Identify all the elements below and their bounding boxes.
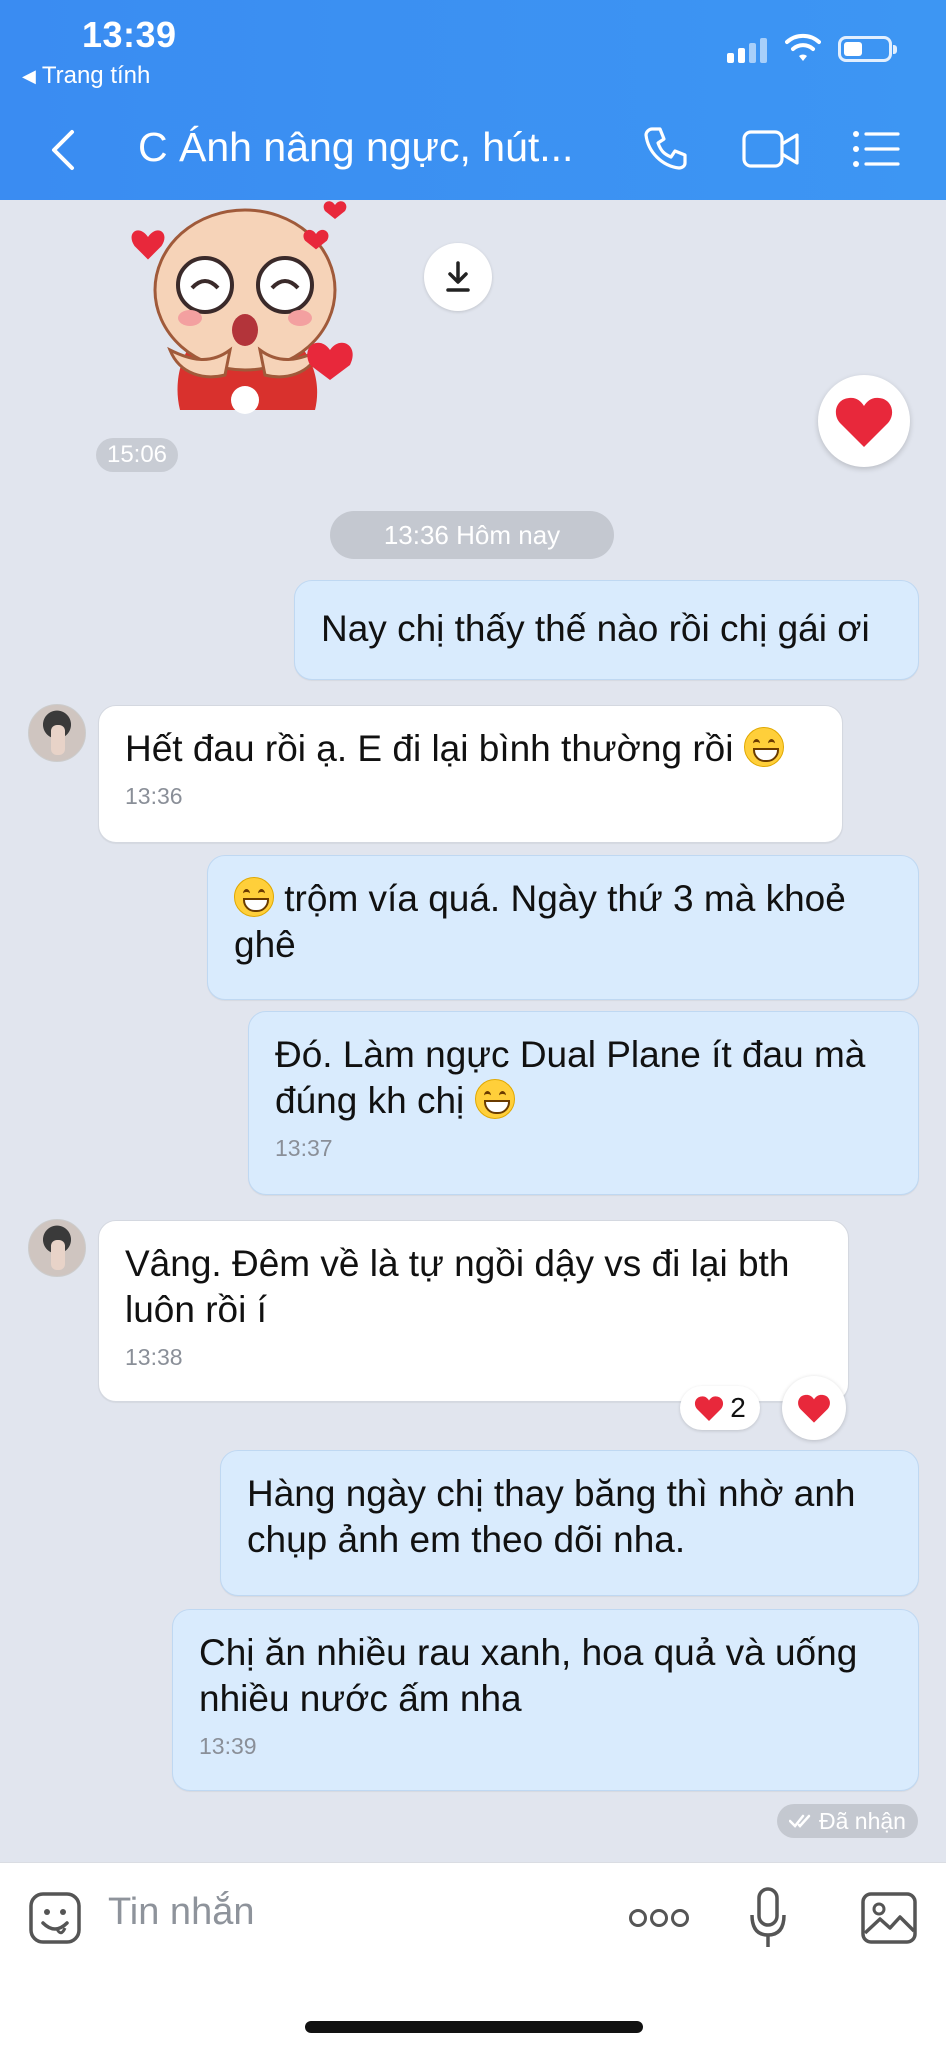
message-text-line: chụp ảnh em theo dõi nha. — [247, 1519, 686, 1560]
message-text-line: Đó. Làm ngực Dual Plane ít đau mà — [275, 1034, 866, 1075]
message-composer: Tin nhắn — [0, 1862, 946, 2049]
message-time: 13:39 — [199, 1733, 257, 1759]
date-separator: 13:36 Hôm nay — [330, 511, 614, 559]
message-bubble-out[interactable]: trộm vía quá. Ngày thứ 3 mà khoẻ ghê — [207, 855, 919, 1000]
reaction-summary[interactable]: 2 — [680, 1386, 760, 1430]
video-icon[interactable] — [742, 128, 800, 170]
wifi-icon — [785, 33, 821, 61]
react-button[interactable] — [782, 1376, 846, 1440]
home-indicator[interactable] — [305, 2021, 643, 2033]
message-text-line: Hàng ngày chị thay băng thì nhờ anh — [247, 1473, 856, 1514]
message-time: 13:38 — [125, 1344, 183, 1370]
back-to-app-link[interactable]: ◀ Trang tính — [22, 62, 150, 90]
status-time: 13:39 — [82, 14, 177, 55]
back-triangle-icon: ◀ — [22, 65, 36, 86]
sticker-reaction-button[interactable] — [818, 375, 910, 467]
heart-icon — [798, 1394, 830, 1423]
double-check-icon — [789, 1814, 811, 1828]
grinning-emoji-icon — [743, 727, 784, 767]
message-text-line: trộm vía quá. Ngày thứ 3 mà khoẻ — [284, 878, 846, 919]
message-text-line: ghê — [234, 924, 296, 965]
laughing-emoji-icon — [234, 877, 274, 917]
message-time: 13:37 — [275, 1135, 333, 1161]
chat-header: 13:39 ◀ Trang tính C Ánh nâng ngực, hút.… — [0, 0, 946, 200]
message-text-line: Chị ăn nhiều rau xanh, hoa quả và uống — [199, 1632, 858, 1673]
sticker-time: 15:06 — [96, 438, 178, 472]
message-time: 13:36 — [125, 783, 183, 809]
message-text-line: nhiều nước ấm nha — [199, 1678, 522, 1719]
laughing-emoji-icon — [474, 1079, 515, 1119]
battery-icon — [838, 36, 897, 62]
chat-title[interactable]: C Ánh nâng ngực, hút... — [138, 124, 573, 171]
message-text-line: luôn rồi í — [125, 1289, 267, 1330]
back-chevron-icon[interactable] — [48, 128, 78, 172]
mic-icon[interactable] — [748, 1887, 788, 1949]
heart-icon — [835, 397, 893, 447]
message-bubble-out[interactable]: Chị ăn nhiều rau xanh, hoa quả và uống n… — [172, 1609, 919, 1791]
message-text-line: Vâng. Đêm về là tự ngồi dậy vs đi lại bt… — [125, 1243, 790, 1284]
baby-sticker[interactable] — [130, 200, 370, 430]
contact-avatar[interactable] — [28, 1219, 86, 1277]
contact-avatar[interactable] — [28, 704, 86, 762]
more-icon[interactable] — [628, 1907, 690, 1929]
phone-icon[interactable] — [642, 124, 690, 172]
delivery-status-badge: Đã nhận — [777, 1804, 918, 1838]
image-icon[interactable] — [860, 1891, 918, 1945]
message-bubble-in[interactable]: Vâng. Đêm về là tự ngồi dậy vs đi lại bt… — [98, 1220, 849, 1402]
message-bubble-out[interactable]: Nay chị thấy thế nào rồi chị gái ơi — [294, 580, 919, 680]
menu-icon[interactable] — [852, 130, 900, 168]
back-app-label: Trang tính — [41, 62, 151, 89]
download-button[interactable] — [424, 243, 492, 311]
message-input[interactable]: Tin nhắn — [108, 1891, 254, 1934]
message-text: Nay chị thấy thế nào rồi chị gái ơi — [321, 608, 870, 649]
message-bubble-out[interactable]: Hàng ngày chị thay băng thì nhờ anh chụp… — [220, 1450, 919, 1596]
signal-icon — [727, 38, 767, 63]
heart-icon — [695, 1395, 724, 1421]
message-text-line: đúng kh chị — [275, 1080, 465, 1121]
message-bubble-in[interactable]: Hết đau rồi ạ. E đi lại bình thường rồi … — [98, 705, 843, 843]
delivery-status-text: Đã nhận — [819, 1808, 906, 1834]
reaction-count: 2 — [730, 1392, 746, 1423]
emoji-icon[interactable] — [28, 1891, 82, 1945]
message-text: Hết đau rồi ạ. E đi lại bình thường rồi — [125, 728, 734, 769]
download-icon — [446, 261, 470, 292]
message-bubble-out[interactable]: Đó. Làm ngực Dual Plane ít đau mà đúng k… — [248, 1011, 919, 1195]
